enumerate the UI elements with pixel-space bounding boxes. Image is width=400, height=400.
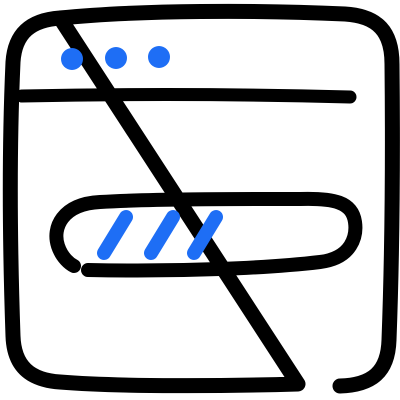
browser-window-loading-illustration <box>0 0 400 400</box>
titlebar-divider <box>15 88 357 104</box>
window-control-dot-3 <box>148 46 170 68</box>
window-control-dot-2 <box>105 47 127 69</box>
progress-stripe-2 <box>144 210 180 260</box>
browser-window-loading-icon <box>2 3 400 394</box>
progress-stripe-1 <box>97 210 133 260</box>
window-control-dot-1 <box>61 48 83 70</box>
